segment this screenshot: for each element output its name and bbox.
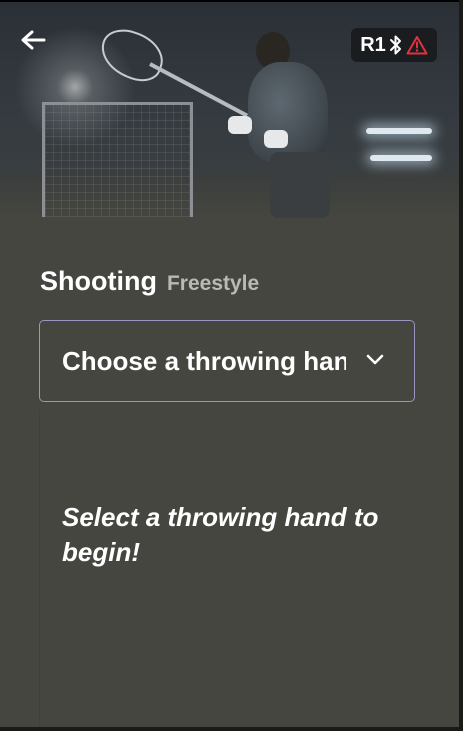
back-button[interactable] [18, 28, 48, 52]
arrow-left-icon [21, 30, 46, 50]
window-right-edge [459, 0, 463, 731]
warning-triangle-icon [406, 36, 428, 55]
device-status-pill[interactable]: R1 [351, 28, 437, 62]
activity-header: Shooting Freestyle [40, 266, 259, 300]
ceiling-light [370, 155, 432, 161]
ceiling-light [366, 128, 432, 134]
window-bottom-edge [0, 727, 463, 731]
player-legs [270, 152, 330, 218]
throwing-hand-dropdown[interactable]: Choose a throwing hand [39, 320, 415, 402]
player-glove [264, 130, 288, 148]
player-glove [228, 116, 252, 134]
chevron-down-icon [366, 354, 384, 365]
lacrosse-goal [42, 102, 193, 217]
device-label: R1 [360, 33, 386, 56]
bluetooth-icon [389, 35, 401, 55]
lacrosse-stick-head [94, 22, 170, 88]
player-body [248, 62, 328, 162]
activity-title: Shooting [40, 266, 157, 296]
empty-state-message: Select a throwing hand to begin! [62, 502, 379, 567]
throwing-hand-value: Choose a throwing hand [62, 346, 346, 376]
activity-mode: Freestyle [166, 272, 260, 295]
